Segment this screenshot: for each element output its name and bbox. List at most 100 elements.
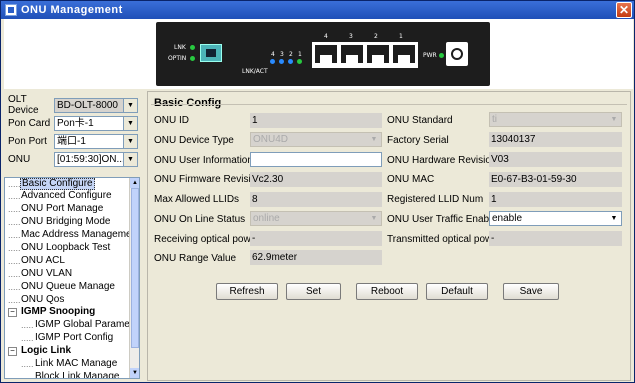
onu-mac-value: E0-67-B3-01-59-30 bbox=[491, 174, 577, 185]
optin-led-label: OPTIN bbox=[168, 55, 187, 62]
onu-hardware-revision-field: V03 bbox=[489, 152, 622, 167]
default-button[interactable]: Default bbox=[426, 283, 488, 300]
tree-branch-line: ..... bbox=[8, 191, 21, 201]
optin-led bbox=[190, 56, 195, 61]
factory-serial-value: 13040137 bbox=[491, 134, 536, 145]
onu-id-field: 1 bbox=[250, 113, 382, 128]
onu-id-value: 1 bbox=[252, 115, 258, 126]
collapse-icon[interactable]: − bbox=[8, 308, 17, 317]
reboot-button[interactable]: Reboot bbox=[356, 283, 418, 300]
refresh-button[interactable]: Refresh bbox=[216, 283, 278, 300]
onu-value: [01:59:30]ON... bbox=[57, 153, 125, 165]
onu-mac-field: E0-67-B3-01-59-30 bbox=[489, 172, 622, 187]
tree-branch-line: ..... bbox=[8, 243, 21, 253]
ethernet-port-3 bbox=[341, 45, 363, 63]
tree-item-igmp-global-parameter[interactable]: IGMP Global Parameter bbox=[35, 319, 139, 331]
factory-serial-field: 13040137 bbox=[489, 132, 622, 147]
tree-item-onu-loopback-test[interactable]: ONU Loopback Test bbox=[21, 242, 110, 254]
tree-item-link-mac-manage[interactable]: Link MAC Manage bbox=[35, 358, 117, 370]
tree-item-mac-address-management[interactable]: Mac Address Management bbox=[21, 229, 139, 241]
chevron-down-icon[interactable]: ▼ bbox=[123, 134, 137, 148]
chevron-down-icon[interactable]: ▼ bbox=[123, 98, 137, 112]
chevron-down-icon[interactable]: ▼ bbox=[367, 212, 381, 225]
transmitted-optical-power-field: - bbox=[489, 231, 622, 246]
scroll-down-icon[interactable]: ▼ bbox=[130, 368, 139, 378]
close-button[interactable]: ✕ bbox=[616, 2, 632, 18]
tree-branch-line: ..... bbox=[21, 359, 34, 369]
title-bar[interactable]: ONU Management ✕ bbox=[1, 1, 634, 19]
pwr-label: PWR bbox=[423, 52, 437, 59]
registered-llid-num-label: Registered LLID Num bbox=[387, 194, 484, 205]
onu-management-window: ONU Management ✕ LNK OPTIN 4 3 2 1 LNK/A… bbox=[0, 0, 635, 383]
onu-user-information-input[interactable] bbox=[250, 152, 382, 167]
onu-device-type-select[interactable]: ONU4D ▼ bbox=[250, 132, 382, 147]
tree-item-onu-queue-manage[interactable]: ONU Queue Manage bbox=[21, 281, 115, 293]
chevron-down-icon[interactable]: ▼ bbox=[607, 212, 621, 225]
tree-item-onu-acl[interactable]: ONU ACL bbox=[21, 255, 65, 267]
port-led-3 bbox=[279, 59, 284, 64]
scroll-thumb[interactable] bbox=[131, 188, 139, 348]
olt-device-row: OLT Device BD-OLT-8000 ▼ bbox=[8, 94, 140, 116]
port-led-4 bbox=[270, 59, 275, 64]
chevron-down-icon[interactable]: ▼ bbox=[607, 113, 621, 126]
port-led-2 bbox=[288, 59, 293, 64]
onu-user-information-label: ONU User Information bbox=[154, 155, 253, 166]
factory-serial-label: Factory Serial bbox=[387, 135, 449, 146]
onu-on-line-status-label: ONU On Line Status bbox=[154, 214, 246, 225]
tree-branch-line: ..... bbox=[8, 179, 21, 189]
onu-range-value-field: 62.9meter bbox=[250, 250, 382, 265]
tree-item-igmp-port-config[interactable]: IGMP Port Config bbox=[35, 332, 113, 344]
optical-port bbox=[200, 44, 222, 62]
tree-item-block-link-manage[interactable]: Block Link Manage bbox=[35, 371, 120, 378]
onu-firmware-revision-value: Vc2.30 bbox=[252, 174, 284, 185]
receiving-optical-power-label: Receiving optical power bbox=[154, 234, 260, 245]
pon-card-row: Pon Card Pon卡-1 ▼ bbox=[8, 115, 140, 131]
onu-standard-select[interactable]: ti ▼ bbox=[489, 112, 622, 127]
olt-device-select[interactable]: BD-OLT-8000 ▼ bbox=[54, 97, 138, 113]
max-allowed-llids-field: 8 bbox=[250, 192, 382, 207]
scroll-up-icon[interactable]: ▲ bbox=[130, 178, 139, 188]
pon-card-value: Pon卡-1 bbox=[57, 117, 94, 129]
chevron-down-icon[interactable]: ▼ bbox=[367, 133, 381, 146]
pwr-led bbox=[439, 53, 444, 58]
left-panel: OLT Device BD-OLT-8000 ▼ Pon Card Pon卡-1… bbox=[4, 91, 144, 381]
pon-card-select[interactable]: Pon卡-1 ▼ bbox=[54, 115, 138, 131]
lnk-led bbox=[190, 45, 195, 50]
tree-group-igmp-snooping[interactable]: IGMP Snooping bbox=[21, 306, 95, 318]
config-tree: ..... Basic Configure ..... Advanced Con… bbox=[4, 177, 140, 379]
basic-config-panel: Basic Config ONU ID 1 ONU Device Type ON… bbox=[147, 91, 631, 381]
registered-llid-num-value: 1 bbox=[491, 194, 497, 205]
tree-scrollbar[interactable]: ▲ ▼ bbox=[129, 178, 139, 378]
tree-item-advanced-configure[interactable]: Advanced Configure bbox=[21, 190, 112, 202]
tree-branch-line: ..... bbox=[8, 256, 21, 266]
onu-id-label: ONU ID bbox=[154, 115, 189, 126]
save-button[interactable]: Save bbox=[503, 283, 559, 300]
onu-row: ONU [01:59:30]ON... ▼ bbox=[8, 151, 140, 167]
onu-hardware-revision-label: ONU Hardware Revision bbox=[387, 155, 497, 166]
onu-label: ONU bbox=[8, 153, 31, 165]
receiving-optical-power-value: - bbox=[252, 233, 256, 244]
collapse-icon[interactable]: − bbox=[8, 347, 17, 356]
tree-item-onu-port-manage[interactable]: ONU Port Manage bbox=[21, 203, 103, 215]
port-number-small-4: 4 bbox=[271, 51, 275, 58]
tree-item-onu-qos[interactable]: ONU Qos bbox=[21, 294, 64, 306]
chevron-down-icon[interactable]: ▼ bbox=[123, 152, 137, 166]
ethernet-port-1 bbox=[393, 45, 415, 63]
registered-llid-num-field: 1 bbox=[489, 192, 622, 207]
power-jack bbox=[446, 42, 468, 66]
onu-device-type-label: ONU Device Type bbox=[154, 135, 234, 146]
onu-standard-label: ONU Standard bbox=[387, 115, 453, 126]
tree-item-onu-bridging-mode[interactable]: ONU Bridging Mode bbox=[21, 216, 110, 228]
onu-firmware-revision-field: Vc2.30 bbox=[250, 172, 382, 187]
onu-user-traffic-enable-select[interactable]: enable ▼ bbox=[489, 211, 622, 226]
set-button[interactable]: Set bbox=[286, 283, 341, 300]
onu-on-line-status-select[interactable]: online ▼ bbox=[250, 211, 382, 226]
chevron-down-icon[interactable]: ▼ bbox=[123, 116, 137, 130]
pon-port-select[interactable]: 端口-1 ▼ bbox=[54, 133, 138, 149]
onu-select[interactable]: [01:59:30]ON... ▼ bbox=[54, 151, 138, 167]
tree-group-logic-link[interactable]: Logic Link bbox=[21, 345, 71, 357]
tree-item-onu-vlan[interactable]: ONU VLAN bbox=[21, 268, 72, 280]
ethernet-port-2 bbox=[367, 45, 389, 63]
tree-branch-line: ..... bbox=[8, 217, 21, 227]
tree-item-basic-configure[interactable]: Basic Configure bbox=[20, 178, 95, 190]
